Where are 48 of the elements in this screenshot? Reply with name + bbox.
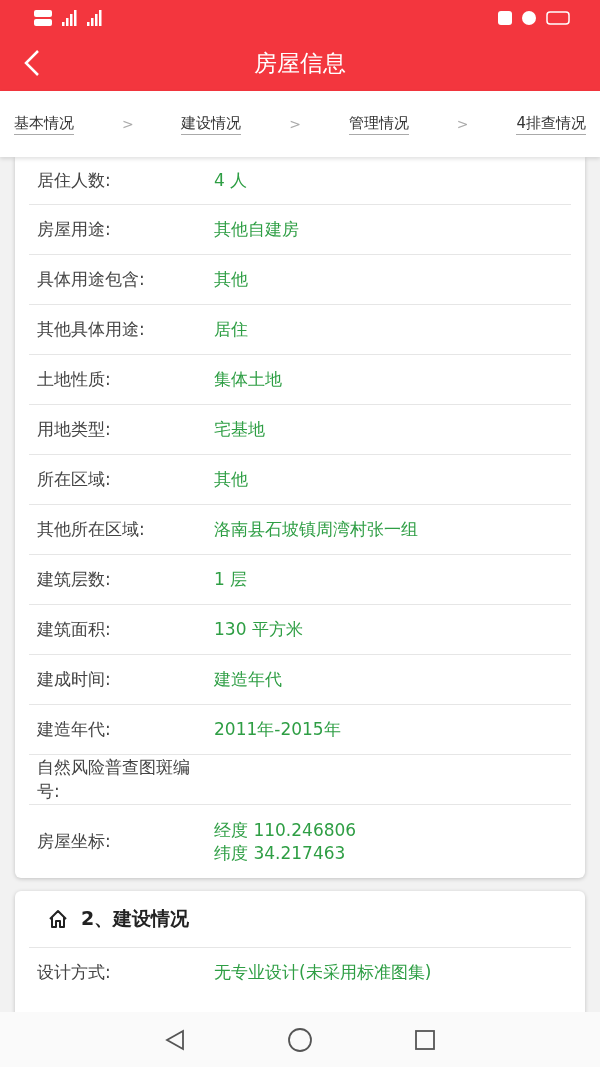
battery-icon [546, 11, 570, 25]
field-label: 具体用途包含: [36, 267, 146, 291]
field-value: 洛南县石坡镇周湾村张一组 [214, 518, 418, 541]
field-value: 4 人 [214, 169, 248, 192]
field-label: 建成时间: [36, 667, 112, 691]
field-value: 其他 [214, 468, 248, 491]
field-label: 建筑层数: [36, 567, 112, 591]
field-value: 其他 [214, 268, 248, 291]
field-label: 其他具体用途: [36, 317, 146, 341]
page-title: 房屋信息 [254, 49, 346, 78]
section-title: 2、建设情况 [81, 906, 190, 931]
field-label: 建造年代: [36, 717, 112, 741]
field-label: 土地性质: [36, 367, 112, 391]
field-value: 其他自建房 [214, 218, 299, 241]
signal-icon [87, 10, 102, 26]
step-separator: > [456, 116, 469, 132]
field-label: 自然风险普查图斑编号: [36, 755, 191, 803]
field-label: 建筑面积: [36, 617, 112, 641]
field-value: 纬度 34.217463 [214, 841, 347, 865]
step-tab[interactable]: 建设情况 [181, 113, 242, 135]
field-label: 房屋用途: [36, 217, 112, 241]
field-value: 2011年-2015年 [214, 718, 341, 741]
field-label: 所在区域: [36, 467, 112, 491]
step-tab[interactable]: 基本情况 [14, 113, 74, 135]
signal-icon [62, 10, 77, 26]
field-value: 1 层 [214, 568, 248, 591]
field-value: 经度 110.246806 [214, 818, 357, 842]
step-tab[interactable]: 4排查情况 [516, 113, 586, 135]
field-value: 居住 [214, 318, 248, 341]
sim-icon [34, 10, 52, 26]
step-separator: > [289, 116, 302, 132]
step-separator: > [121, 116, 134, 132]
field-value: 130 平方米 [214, 618, 303, 641]
home-icon [47, 908, 69, 930]
field-label: 居住人数: [36, 168, 112, 192]
field-value: 无专业设计(未采用标准图集) [214, 961, 432, 984]
field-label: 用地类型: [36, 417, 112, 441]
step-tab[interactable]: 管理情况 [348, 113, 409, 135]
back-icon[interactable] [22, 48, 42, 78]
field-label: 房屋坐标: [36, 829, 112, 853]
field-label: 设计方式: [36, 960, 112, 984]
field-value: 宅基地 [214, 418, 265, 441]
field-value: 建造年代 [214, 668, 282, 691]
recents-icon[interactable] [413, 1027, 437, 1052]
field-value: 集体土地 [214, 368, 282, 391]
home-icon[interactable] [287, 1026, 313, 1053]
field-label: 其他所在区域: [36, 517, 146, 541]
back-icon[interactable] [163, 1027, 187, 1052]
